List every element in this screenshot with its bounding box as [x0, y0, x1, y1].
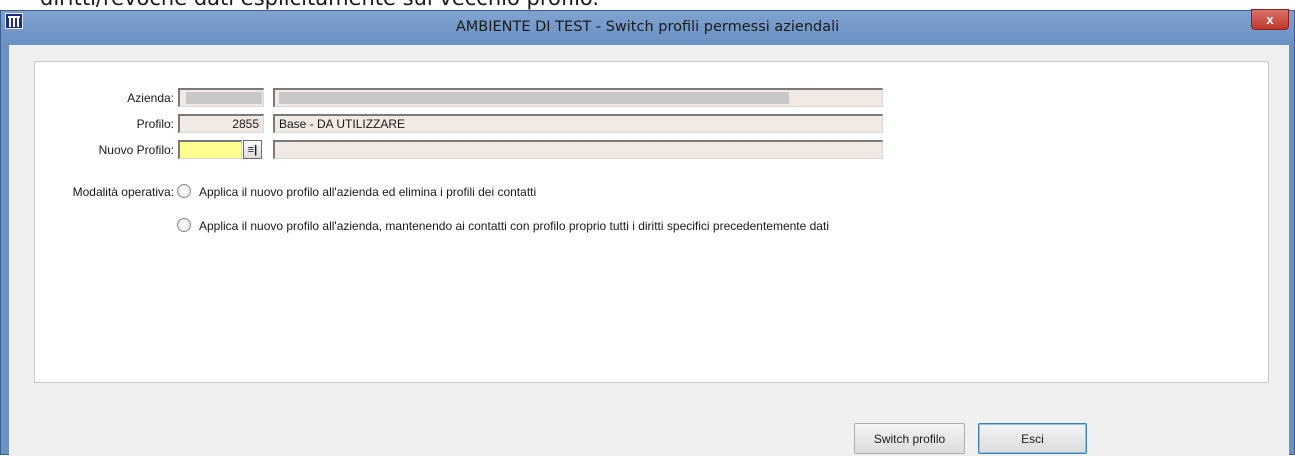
dialog-window: AMBIENTE DI TEST - Switch profili permes… — [0, 9, 1295, 456]
radio-elimina-profili-label[interactable]: Applica il nuovo profilo all'azienda ed … — [199, 185, 536, 199]
background-partial-text: diritti/revoche dati esplicitamente sul … — [40, 0, 599, 10]
modalita-operativa-label: Modalità operativa: — [72, 185, 174, 199]
nuovo-profilo-name-field[interactable] — [273, 140, 883, 159]
profilo-label: Profilo: — [136, 117, 174, 131]
window-title: AMBIENTE DI TEST - Switch profili permes… — [455, 19, 840, 35]
close-button[interactable]: x — [1251, 9, 1289, 30]
dialog-client-area: Azienda: Profilo: 2855 Base - DA UTILIZZ… — [9, 45, 1289, 456]
azienda-name-field[interactable] — [273, 88, 883, 107]
lookup-icon: ≡| — [247, 143, 258, 156]
azienda-code-field[interactable] — [178, 88, 264, 107]
form-panel: Azienda: Profilo: 2855 Base - DA UTILIZZ… — [34, 61, 1269, 383]
profile-lookup-button[interactable]: ≡| — [243, 140, 262, 159]
title-bar[interactable]: AMBIENTE DI TEST - Switch profili permes… — [1, 9, 1294, 45]
radio-elimina-profili[interactable] — [177, 184, 191, 198]
redacted-block — [186, 92, 262, 104]
close-icon: x — [1266, 12, 1274, 27]
radio-mantieni-diritti[interactable] — [177, 218, 191, 232]
azienda-label: Azienda: — [127, 91, 174, 105]
profilo-name-field[interactable]: Base - DA UTILIZZARE — [273, 114, 883, 133]
radio-mantieni-diritti-label[interactable]: Applica il nuovo profilo all'azienda, ma… — [199, 219, 829, 233]
nuovo-profilo-label: Nuovo Profilo: — [98, 143, 174, 157]
redacted-block — [279, 92, 789, 104]
profilo-code-field[interactable]: 2855 — [178, 114, 264, 133]
nuovo-profilo-code-field[interactable] — [178, 140, 242, 159]
esci-button[interactable]: Esci — [978, 423, 1087, 454]
switch-profilo-button[interactable]: Switch profilo — [854, 423, 965, 454]
